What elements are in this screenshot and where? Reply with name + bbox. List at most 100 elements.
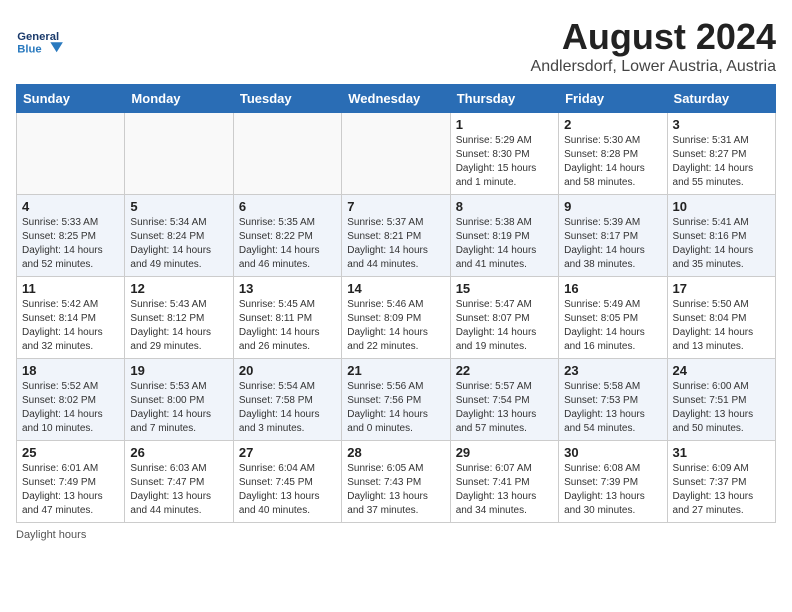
footer-note: Daylight hours xyxy=(16,529,776,541)
location-title: Andlersdorf, Lower Austria, Austria xyxy=(531,58,776,76)
day-info: Sunrise: 5:58 AM Sunset: 7:53 PM Dayligh… xyxy=(564,380,661,436)
day-number: 5 xyxy=(130,199,227,214)
day-number: 25 xyxy=(22,445,119,460)
calendar-cell xyxy=(17,113,125,195)
day-info: Sunrise: 5:29 AM Sunset: 8:30 PM Dayligh… xyxy=(456,134,553,190)
calendar-cell: 15Sunrise: 5:47 AM Sunset: 8:07 PM Dayli… xyxy=(450,277,558,359)
day-info: Sunrise: 6:00 AM Sunset: 7:51 PM Dayligh… xyxy=(673,380,770,436)
calendar-cell: 22Sunrise: 5:57 AM Sunset: 7:54 PM Dayli… xyxy=(450,359,558,441)
day-number: 8 xyxy=(456,199,553,214)
day-number: 31 xyxy=(673,445,770,460)
weekday-header-monday: Monday xyxy=(125,85,233,113)
calendar-cell: 20 Sunrise: 5:54 AM Sunset: 7:58 PM Dayli… xyxy=(233,359,341,441)
day-info: Sunrise: 6:01 AM Sunset: 7:49 PM Dayligh… xyxy=(22,462,119,518)
calendar-cell: 8 Sunrise: 5:38 AM Sunset: 8:19 PM Daylig… xyxy=(450,195,558,277)
day-info: Sunrise: 6:03 AM Sunset: 7:47 PM Dayligh… xyxy=(130,462,227,518)
day-number: 2 xyxy=(564,117,661,132)
weekday-header-wednesday: Wednesday xyxy=(342,85,450,113)
day-number: 24 xyxy=(673,363,770,378)
calendar-cell: 25 Sunrise: 6:01 AM Sunset: 7:49 PM Dayli… xyxy=(17,441,125,523)
calendar-table: SundayMondayTuesdayWednesdayThursdayFrid… xyxy=(16,84,776,523)
calendar-cell: 12Sunrise: 5:43 AM Sunset: 8:12 PM Dayli… xyxy=(125,277,233,359)
day-number: 20 xyxy=(239,363,336,378)
calendar-cell: 14 Sunrise: 5:46 AM Sunset: 8:09 PM Dayli… xyxy=(342,277,450,359)
calendar-cell: 27Sunrise: 6:04 AM Sunset: 7:45 PM Dayli… xyxy=(233,441,341,523)
month-title: August 2024 xyxy=(531,16,776,58)
day-number: 29 xyxy=(456,445,553,460)
day-number: 28 xyxy=(347,445,444,460)
day-info: Sunrise: 5:38 AM Sunset: 8:19 PM Dayligh… xyxy=(456,216,553,272)
calendar-cell: 13 Sunrise: 5:45 AM Sunset: 8:11 PM Dayli… xyxy=(233,277,341,359)
day-number: 7 xyxy=(347,199,444,214)
calendar-week-row: 4Sunrise: 5:33 AM Sunset: 8:25 PM Daylig… xyxy=(17,195,776,277)
calendar-cell: 19 Sunrise: 5:53 AM Sunset: 8:00 PM Dayli… xyxy=(125,359,233,441)
day-info: Sunrise: 5:56 AM Sunset: 7:56 PM Dayligh… xyxy=(347,380,444,436)
day-number: 9 xyxy=(564,199,661,214)
day-number: 3 xyxy=(673,117,770,132)
day-number: 10 xyxy=(673,199,770,214)
day-info: Sunrise: 5:45 AM Sunset: 8:11 PM Dayligh… xyxy=(239,298,336,354)
day-number: 21 xyxy=(347,363,444,378)
day-number: 26 xyxy=(130,445,227,460)
calendar-cell: 4Sunrise: 5:33 AM Sunset: 8:25 PM Daylig… xyxy=(17,195,125,277)
calendar-cell: 1 Sunrise: 5:29 AM Sunset: 8:30 PM Daylig… xyxy=(450,113,558,195)
day-info: Sunrise: 5:53 AM Sunset: 8:00 PM Dayligh… xyxy=(130,380,227,436)
day-info: Sunrise: 5:34 AM Sunset: 8:24 PM Dayligh… xyxy=(130,216,227,272)
day-number: 14 xyxy=(347,281,444,296)
calendar-cell: 17Sunrise: 5:50 AM Sunset: 8:04 PM Dayli… xyxy=(667,277,775,359)
calendar-cell: 3 Sunrise: 5:31 AM Sunset: 8:27 PM Daylig… xyxy=(667,113,775,195)
day-number: 1 xyxy=(456,117,553,132)
day-info: Sunrise: 5:31 AM Sunset: 8:27 PM Dayligh… xyxy=(673,134,770,190)
day-info: Sunrise: 5:37 AM Sunset: 8:21 PM Dayligh… xyxy=(347,216,444,272)
calendar-cell: 2 Sunrise: 5:30 AM Sunset: 8:28 PM Daylig… xyxy=(559,113,667,195)
weekday-header-thursday: Thursday xyxy=(450,85,558,113)
day-info: Sunrise: 6:09 AM Sunset: 7:37 PM Dayligh… xyxy=(673,462,770,518)
day-info: Sunrise: 5:50 AM Sunset: 8:04 PM Dayligh… xyxy=(673,298,770,354)
day-number: 22 xyxy=(456,363,553,378)
calendar-cell: 16Sunrise: 5:49 AM Sunset: 8:05 PM Dayli… xyxy=(559,277,667,359)
weekday-header-saturday: Saturday xyxy=(667,85,775,113)
calendar-cell: 5 Sunrise: 5:34 AM Sunset: 8:24 PM Daylig… xyxy=(125,195,233,277)
day-number: 30 xyxy=(564,445,661,460)
day-info: Sunrise: 5:54 AM Sunset: 7:58 PM Dayligh… xyxy=(239,380,336,436)
calendar-cell xyxy=(125,113,233,195)
calendar-cell: 7 Sunrise: 5:37 AM Sunset: 8:21 PM Daylig… xyxy=(342,195,450,277)
day-info: Sunrise: 5:42 AM Sunset: 8:14 PM Dayligh… xyxy=(22,298,119,354)
day-number: 19 xyxy=(130,363,227,378)
title-section: August 2024 Andlersdorf, Lower Austria, … xyxy=(531,16,776,76)
weekday-header-tuesday: Tuesday xyxy=(233,85,341,113)
calendar-cell: 23Sunrise: 5:58 AM Sunset: 7:53 PM Dayli… xyxy=(559,359,667,441)
day-info: Sunrise: 6:05 AM Sunset: 7:43 PM Dayligh… xyxy=(347,462,444,518)
calendar-cell: 26 Sunrise: 6:03 AM Sunset: 7:47 PM Dayli… xyxy=(125,441,233,523)
calendar-cell: 21 Sunrise: 5:56 AM Sunset: 7:56 PM Dayli… xyxy=(342,359,450,441)
day-number: 6 xyxy=(239,199,336,214)
svg-text:Blue: Blue xyxy=(17,43,41,55)
day-info: Sunrise: 5:30 AM Sunset: 8:28 PM Dayligh… xyxy=(564,134,661,190)
day-info: Sunrise: 6:08 AM Sunset: 7:39 PM Dayligh… xyxy=(564,462,661,518)
weekday-header-sunday: Sunday xyxy=(17,85,125,113)
day-number: 11 xyxy=(22,281,119,296)
weekday-header-row: SundayMondayTuesdayWednesdayThursdayFrid… xyxy=(17,85,776,113)
day-number: 18 xyxy=(22,363,119,378)
calendar-cell: 30 Sunrise: 6:08 AM Sunset: 7:39 PM Dayli… xyxy=(559,441,667,523)
day-info: Sunrise: 5:39 AM Sunset: 8:17 PM Dayligh… xyxy=(564,216,661,272)
day-info: Sunrise: 5:49 AM Sunset: 8:05 PM Dayligh… xyxy=(564,298,661,354)
day-info: Sunrise: 5:46 AM Sunset: 8:09 PM Dayligh… xyxy=(347,298,444,354)
day-info: Sunrise: 5:33 AM Sunset: 8:25 PM Dayligh… xyxy=(22,216,119,272)
page-header: General Blue August 2024 Andlersdorf, Lo… xyxy=(16,16,776,76)
calendar-cell: 28 Sunrise: 6:05 AM Sunset: 7:43 PM Dayli… xyxy=(342,441,450,523)
calendar-cell: 10 Sunrise: 5:41 AM Sunset: 8:16 PM Dayli… xyxy=(667,195,775,277)
svg-text:General: General xyxy=(17,31,59,43)
calendar-cell: 24 Sunrise: 6:00 AM Sunset: 7:51 PM Dayli… xyxy=(667,359,775,441)
day-info: Sunrise: 5:35 AM Sunset: 8:22 PM Dayligh… xyxy=(239,216,336,272)
calendar-cell: 11 Sunrise: 5:42 AM Sunset: 8:14 PM Dayli… xyxy=(17,277,125,359)
day-info: Sunrise: 5:47 AM Sunset: 8:07 PM Dayligh… xyxy=(456,298,553,354)
calendar-cell: 18Sunrise: 5:52 AM Sunset: 8:02 PM Dayli… xyxy=(17,359,125,441)
day-info: Sunrise: 5:41 AM Sunset: 8:16 PM Dayligh… xyxy=(673,216,770,272)
calendar-cell: 6 Sunrise: 5:35 AM Sunset: 8:22 PM Daylig… xyxy=(233,195,341,277)
day-info: Sunrise: 6:04 AM Sunset: 7:45 PM Dayligh… xyxy=(239,462,336,518)
calendar-cell: 31 Sunrise: 6:09 AM Sunset: 7:37 PM Dayli… xyxy=(667,441,775,523)
logo: General Blue xyxy=(16,16,66,66)
day-number: 13 xyxy=(239,281,336,296)
calendar-cell: 9 Sunrise: 5:39 AM Sunset: 8:17 PM Daylig… xyxy=(559,195,667,277)
